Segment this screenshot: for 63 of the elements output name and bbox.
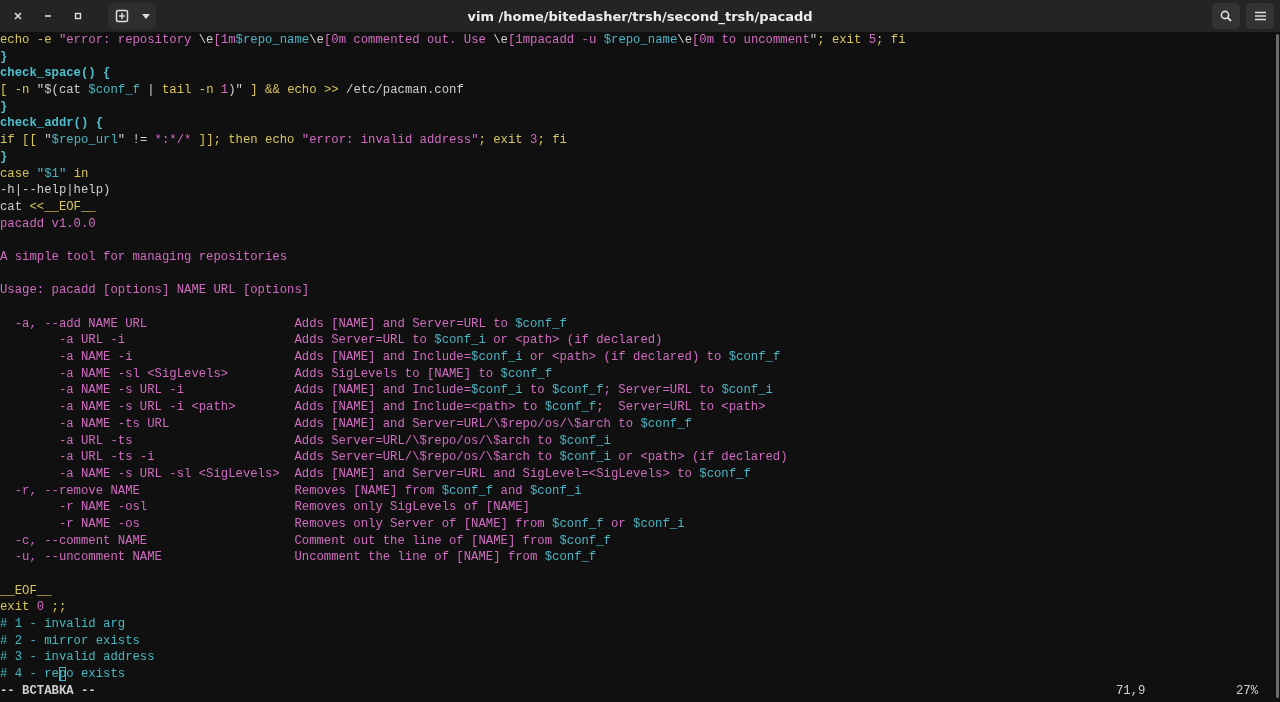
- code-line: exit 0 ;;: [0, 599, 68, 617]
- code-line: # 1 - invalid arg: [0, 616, 127, 633]
- close-icon: [13, 11, 23, 21]
- code-line: check_space() {: [0, 65, 112, 83]
- code-line: [ -n "$(cat $conf_f | tail -n 1)" ] && echo >> /etc/pacman.conf: [0, 82, 465, 99]
- code-line: # 2 - mirror exists: [0, 632, 141, 650]
- code-line: }: [0, 98, 9, 116]
- option-text: -a, --add NAME URL: [13, 315, 149, 333]
- option-text: -a NAME -sl <SigLevels>: [57, 365, 230, 383]
- search-button[interactable]: [1212, 3, 1240, 29]
- option-text: -a URL -i: [57, 332, 127, 350]
- minimize-icon: [44, 14, 52, 18]
- option-description: Removes only SigLevels of [NAME]: [294, 499, 530, 516]
- code-line: if [[ "$repo_url" != *:*/* ]]; then echo "error: invalid address"; exit 3; fi: [0, 132, 568, 149]
- option-description: Uncomment the line of [NAME] from $conf_f: [294, 549, 597, 566]
- option-text: -a URL -ts: [57, 432, 134, 450]
- option-description: Adds Server=URL/\$repo/os/\$arch to $conf_i: [294, 432, 611, 450]
- option-text: -c, --comment NAME: [13, 532, 149, 550]
- code-line: Usage: pacadd [options] NAME URL [options]: [0, 282, 311, 299]
- code-line: pacadd v1.0.0: [0, 215, 97, 233]
- window-title: vim /home/bitedasher/trsh/second_trsh/pacadd: [467, 8, 813, 24]
- maximize-icon: [74, 12, 82, 20]
- code-line: }: [0, 48, 9, 66]
- option-text: -a URL -ts -i: [57, 449, 156, 466]
- option-text: -r NAME -osl: [57, 499, 149, 516]
- code-line: -h|--help|help): [0, 182, 112, 199]
- option-text: -a NAME -s URL -sl <SigLevels>: [57, 465, 281, 483]
- option-description: Adds [NAME] and Server=URL and SigLevel=<SigLevels> to $conf_f: [294, 465, 751, 483]
- option-description: Adds [NAME] and Include=$conf_i to $conf_f; Server=URL to $conf_i: [294, 382, 773, 400]
- option-description: Adds [NAME] and Include=<path> to $conf_f; Server=URL to <path>: [294, 399, 766, 416]
- option-text: -a NAME -s URL -i <path>: [57, 399, 237, 416]
- code-line: A simple tool for managing repositories: [0, 248, 289, 266]
- search-icon: [1220, 10, 1232, 22]
- option-text: -u, --uncomment NAME: [13, 549, 163, 566]
- scrollbar[interactable]: [1276, 34, 1279, 698]
- code-line: case "$1" in: [0, 165, 90, 183]
- option-description: Adds [NAME] and Server=URL/\$repo/os/\$arch to $conf_f: [294, 415, 692, 433]
- option-text: -r NAME -os: [57, 515, 141, 533]
- scroll-percentage: 27%: [1236, 682, 1260, 700]
- option-description: Adds SigLevels to [NAME] to $conf_f: [294, 365, 553, 383]
- option-description: Adds [NAME] and Server=URL to $conf_f: [294, 315, 567, 333]
- option-description: Adds [NAME] and Include=$conf_i or <path> (if declared) to $conf_f: [294, 349, 781, 366]
- option-text: -a NAME -i: [57, 349, 134, 366]
- code-line: }: [0, 148, 9, 166]
- caret-icon: [142, 13, 150, 19]
- option-description: Adds Server=URL to $conf_i or <path> (if declared): [294, 332, 663, 350]
- option-description: Comment out the line of [NAME] from $conf_f: [294, 532, 611, 550]
- new-tab-icon: [115, 9, 129, 23]
- code-line: echo -e "error: repository \e[1m$repo_name\e[0m commented out. Use \e[1mpacadd -u $repo_name\e[0m to uncomment"; exit 5; fi: [0, 32, 907, 49]
- option-text: -a NAME -ts URL: [57, 415, 171, 433]
- mode-indicator: -- ВСТАВКА --: [0, 682, 96, 700]
- option-text: -a NAME -s URL -i: [57, 382, 185, 400]
- code-line: cat <<__EOF__: [0, 198, 97, 216]
- code-line: # 3 - invalid address: [0, 649, 156, 667]
- option-description: Removes only Server of [NAME] from $conf_f or $conf_i: [294, 515, 685, 533]
- option-description: Adds Server=URL/\$repo/os/\$arch to $conf_i or <path> (if declared): [294, 449, 788, 466]
- code-line: check_addr() {: [0, 115, 105, 133]
- code-line: __EOF__: [0, 582, 53, 600]
- option-description: Removes [NAME] from $conf_f and $conf_i: [294, 482, 582, 500]
- menu-icon: [1254, 11, 1266, 21]
- cursor-position: 71,9: [1116, 682, 1147, 700]
- option-text: -r, --remove NAME: [13, 482, 141, 500]
- menu-button[interactable]: [1246, 3, 1274, 29]
